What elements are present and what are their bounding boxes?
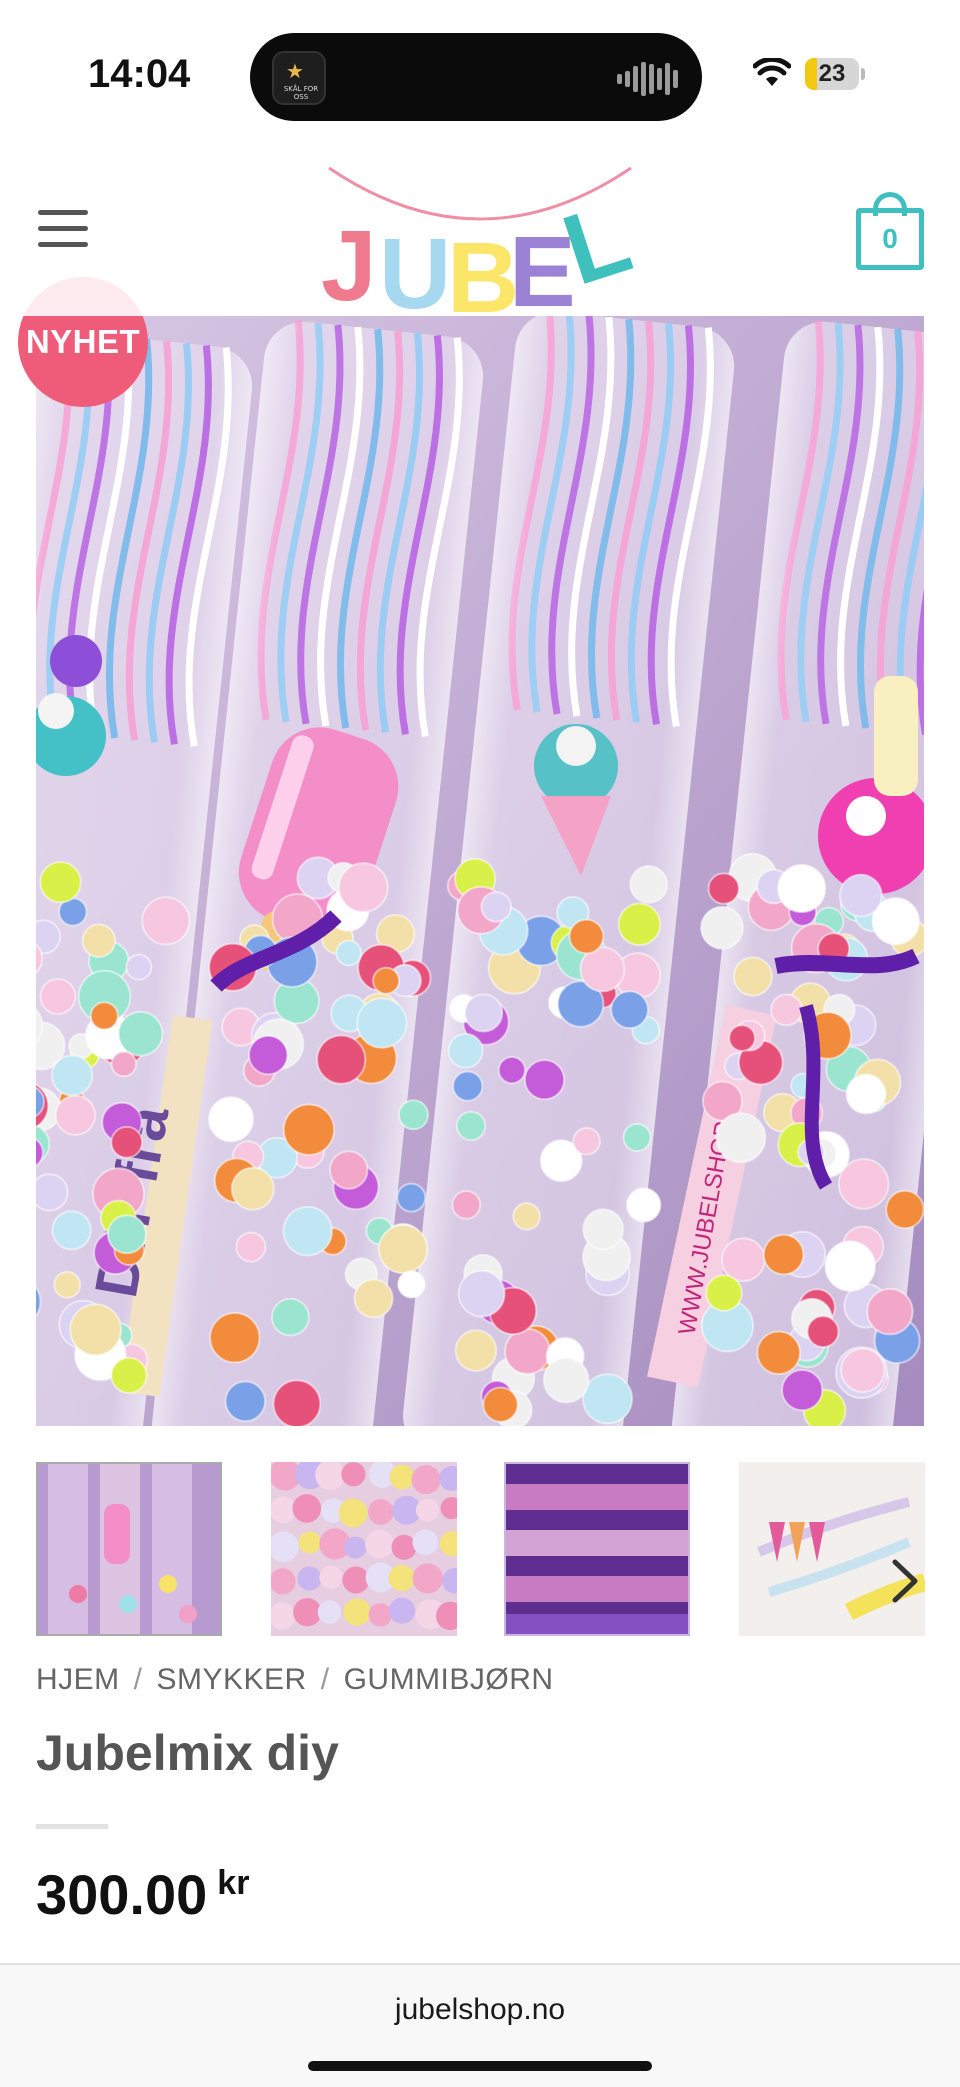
cart-button[interactable]: 0 [856, 192, 924, 270]
breadcrumb-smykker[interactable]: SMYKKER [157, 1663, 307, 1696]
url-text[interactable]: jubelshop.no [0, 1993, 960, 2027]
now-playing-artwork: ★ SKÅL FOR OSS [272, 51, 326, 105]
artwork-caption: SKÅL FOR OSS [283, 85, 319, 101]
star-icon: ★ [286, 61, 304, 83]
thumbnail-strip [0, 1462, 960, 1638]
hamburger-icon [38, 210, 88, 215]
breadcrumb-gummibjorn[interactable]: GUMMIBJØRN [344, 1663, 554, 1696]
thumbnail-2[interactable] [271, 1462, 457, 1636]
product-title: Jubelmix diy [36, 1725, 339, 1781]
battery-indicator: 23 [805, 58, 865, 90]
status-time: 14:04 [88, 52, 191, 96]
wifi-icon [753, 58, 791, 86]
price-amount: 300.00 [36, 1863, 208, 1926]
svg-text:U: U [379, 218, 451, 316]
title-divider [36, 1824, 108, 1829]
breadcrumb: HJEM / SMYKKER / GUMMIBJØRN [36, 1663, 554, 1697]
thumbnail-1[interactable] [36, 1462, 222, 1636]
battery-level: 23 [818, 60, 846, 87]
breadcrumb-separator: / [320, 1663, 330, 1696]
price-currency: kr [217, 1864, 250, 1902]
browser-address-bar[interactable]: jubelshop.no [0, 1963, 960, 2087]
status-bar: 14:04 ★ SKÅL FOR OSS 23 [0, 0, 960, 150]
dynamic-island[interactable]: ★ SKÅL FOR OSS [250, 33, 702, 121]
home-indicator[interactable] [308, 2061, 652, 2071]
svg-text:J: J [321, 210, 377, 316]
site-logo[interactable]: J U B E L [313, 150, 647, 334]
thumbnail-4[interactable] [739, 1462, 925, 1636]
breadcrumb-separator: / [133, 1663, 143, 1696]
site-header: J U B E L 0 [0, 150, 960, 334]
product-main-image[interactable]: DIY fra WWW.JUBELSHOP.NO [36, 316, 924, 1426]
cart-count: 0 [856, 208, 924, 270]
menu-button[interactable] [38, 210, 90, 250]
breadcrumb-home[interactable]: HJEM [36, 1663, 120, 1696]
product-price: 300.00 kr [36, 1862, 249, 1927]
thumbnail-3[interactable] [504, 1462, 690, 1636]
audio-wave-icon [617, 61, 678, 97]
chevron-right-icon[interactable] [885, 1556, 925, 1606]
